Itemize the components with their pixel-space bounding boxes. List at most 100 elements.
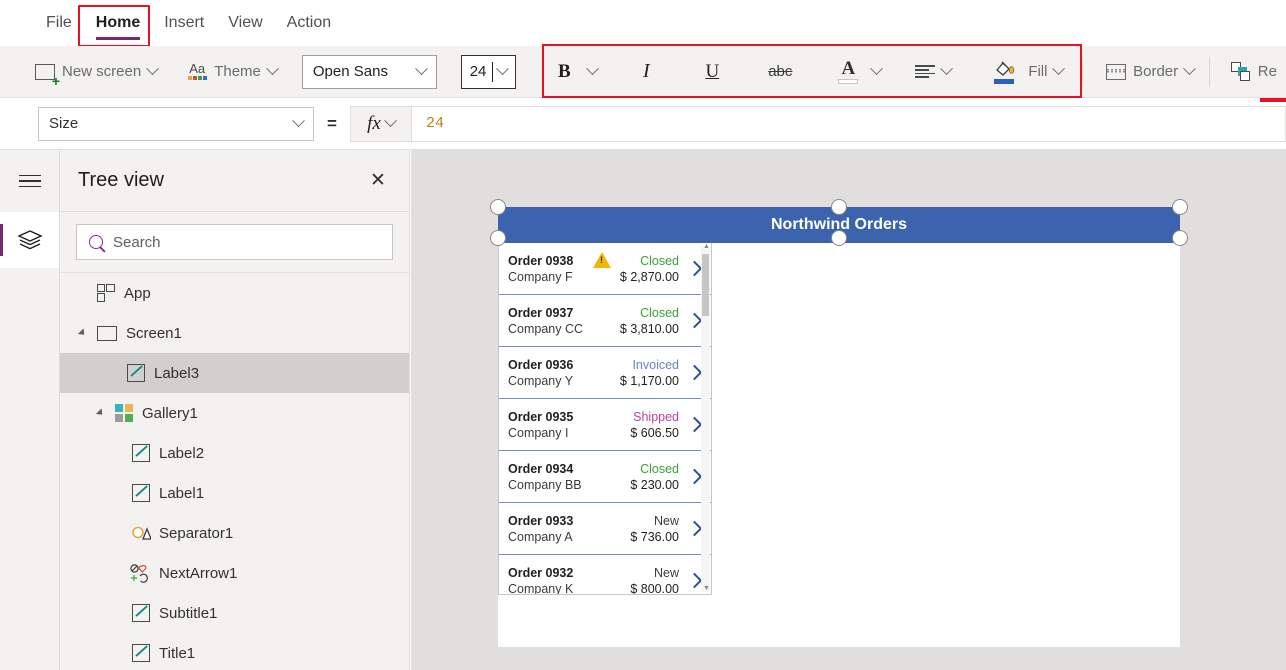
resize-handle-top-center[interactable] bbox=[831, 199, 847, 215]
formula-input[interactable]: 24 bbox=[412, 106, 1286, 142]
formula-value: 24 bbox=[426, 115, 444, 132]
order-amount: $ 736.00 bbox=[598, 530, 679, 544]
gallery-row-primary: Order 0937 Company CC bbox=[508, 306, 594, 336]
app-icon bbox=[97, 284, 115, 302]
tab-view[interactable]: View bbox=[216, 10, 274, 36]
app-screen[interactable]: Northwind Orders Order 0938 Company F Cl… bbox=[498, 207, 1180, 647]
layers-icon bbox=[17, 229, 43, 251]
gallery-row-secondary: Closed $ 3,810.00 bbox=[598, 306, 679, 336]
order-title: Order 0936 bbox=[508, 358, 594, 372]
search-icon bbox=[89, 235, 103, 249]
font-family-select[interactable]: Open Sans bbox=[302, 55, 437, 89]
gallery-row[interactable]: Order 0935 Company I Shipped $ 606.50 bbox=[499, 399, 711, 451]
fill-label: Fill bbox=[1028, 63, 1047, 80]
tree-item-label2[interactable]: Label2 bbox=[60, 433, 409, 473]
chevron-down-icon bbox=[292, 114, 305, 127]
order-title: Order 0938 bbox=[508, 254, 594, 268]
expander-icon[interactable] bbox=[94, 409, 106, 417]
resize-handle-top-left[interactable] bbox=[490, 199, 506, 215]
tree-search-wrapper: Search bbox=[60, 212, 409, 272]
new-screen-button[interactable]: New screen bbox=[26, 52, 166, 92]
tree-item-label: Label3 bbox=[154, 365, 199, 382]
resize-handle-bottom-center[interactable] bbox=[831, 230, 847, 246]
app-canvas[interactable]: Northwind Orders Order 0938 Company F Cl… bbox=[411, 150, 1286, 670]
bold-button[interactable]: B bbox=[538, 52, 606, 92]
separator-icon bbox=[132, 524, 150, 542]
chevron-down-icon bbox=[266, 62, 279, 75]
tree-item-separator1[interactable]: Separator1 bbox=[60, 513, 409, 553]
gallery-row[interactable]: Order 0936 Company Y Invoiced $ 1,170.00 bbox=[499, 347, 711, 399]
gallery-scrollbar[interactable]: ▲ ▼ bbox=[701, 246, 710, 592]
resize-handle-top-right[interactable] bbox=[1172, 199, 1188, 215]
gallery-row[interactable]: Order 0932 Company K New $ 800.00 bbox=[499, 555, 711, 595]
label-icon bbox=[132, 444, 150, 462]
company-name: Company I bbox=[508, 426, 594, 440]
order-status: Shipped bbox=[598, 410, 679, 424]
chevron-down-icon bbox=[1183, 62, 1196, 75]
ribbon-tab-bar: File Home Insert View Action bbox=[0, 0, 1286, 46]
chevron-down-icon bbox=[1053, 62, 1066, 75]
tree-item-label: Title1 bbox=[159, 645, 195, 662]
scroll-down-arrow-icon[interactable]: ▼ bbox=[703, 586, 710, 592]
scroll-up-arrow-icon[interactable]: ▲ bbox=[703, 244, 710, 250]
hamburger-menu-button[interactable] bbox=[0, 150, 59, 212]
font-size-input[interactable]: 24 bbox=[461, 55, 517, 89]
screen-icon bbox=[97, 326, 117, 341]
italic-button[interactable]: I bbox=[620, 52, 672, 92]
label-icon bbox=[132, 604, 150, 622]
tree-item-label1[interactable]: Label1 bbox=[60, 473, 409, 513]
gallery-row[interactable]: Order 0933 Company A New $ 736.00 bbox=[499, 503, 711, 555]
company-name: Company CC bbox=[508, 322, 594, 336]
chevron-down-icon bbox=[146, 62, 159, 75]
company-name: Company Y bbox=[508, 374, 594, 388]
scrollbar-thumb[interactable] bbox=[702, 254, 709, 316]
tree-item-subtitle1[interactable]: Subtitle1 bbox=[60, 593, 409, 633]
paint-bucket-glyph bbox=[994, 59, 1015, 78]
reorder-button[interactable]: Re bbox=[1222, 52, 1286, 92]
search-input[interactable]: Search bbox=[76, 224, 393, 260]
formula-bar-highlight-annotation bbox=[1260, 98, 1286, 102]
label-icon bbox=[127, 364, 145, 382]
gallery-row-primary: Order 0933 Company A bbox=[508, 514, 594, 544]
gallery-row-primary: Order 0932 Company K bbox=[508, 566, 594, 596]
company-name: Company K bbox=[508, 582, 594, 596]
label-icon bbox=[132, 644, 150, 662]
tree-item-screen1[interactable]: Screen1 bbox=[60, 313, 409, 353]
close-icon[interactable]: ✕ bbox=[365, 169, 391, 192]
fx-button[interactable]: fx bbox=[350, 106, 412, 142]
property-select[interactable]: Size bbox=[38, 107, 314, 141]
border-button[interactable]: Border bbox=[1097, 52, 1203, 92]
gallery-row-secondary: New $ 736.00 bbox=[598, 514, 679, 544]
underline-button[interactable]: U bbox=[686, 52, 738, 92]
orders-gallery[interactable]: Order 0938 Company F Closed $ 2,870.00 O… bbox=[498, 243, 712, 595]
fx-label: fx bbox=[367, 113, 381, 135]
border-label: Border bbox=[1133, 63, 1178, 80]
tab-action[interactable]: Action bbox=[275, 10, 343, 36]
fill-button[interactable]: Fill bbox=[978, 52, 1072, 92]
resize-handle-bottom-right[interactable] bbox=[1172, 230, 1188, 246]
gallery-row[interactable]: Order 0934 Company BB Closed $ 230.00 bbox=[499, 451, 711, 503]
gallery-row[interactable]: Order 0937 Company CC Closed $ 3,810.00 bbox=[499, 295, 711, 347]
tree-item-title1[interactable]: Title1 bbox=[60, 633, 409, 670]
font-color-glyph: A bbox=[841, 59, 855, 78]
tree-item-app[interactable]: App bbox=[60, 273, 409, 313]
align-button[interactable] bbox=[906, 52, 960, 92]
resize-handle-bottom-left[interactable] bbox=[490, 230, 506, 246]
expander-icon[interactable] bbox=[76, 329, 88, 337]
next-arrow-icon bbox=[130, 564, 150, 582]
tab-insert[interactable]: Insert bbox=[152, 10, 216, 36]
tab-file[interactable]: File bbox=[34, 10, 84, 36]
tree-item-label3[interactable]: Label3 bbox=[60, 353, 409, 393]
tree-item-label: NextArrow1 bbox=[159, 565, 237, 582]
chevron-down-icon bbox=[415, 62, 428, 75]
tree-item-gallery1[interactable]: Gallery1 bbox=[60, 393, 409, 433]
font-color-button[interactable]: A bbox=[822, 52, 890, 92]
bold-icon: B bbox=[547, 55, 581, 89]
tab-home[interactable]: Home bbox=[84, 10, 152, 36]
gallery-row[interactable]: Order 0938 Company F Closed $ 2,870.00 bbox=[499, 243, 711, 295]
strikethrough-button[interactable]: abc bbox=[754, 52, 806, 92]
theme-button[interactable]: Aa Theme bbox=[178, 52, 286, 92]
rail-item-tree-view[interactable] bbox=[0, 212, 59, 268]
order-title: Order 0934 bbox=[508, 462, 594, 476]
tree-item-nextarrow1[interactable]: NextArrow1 bbox=[60, 553, 409, 593]
